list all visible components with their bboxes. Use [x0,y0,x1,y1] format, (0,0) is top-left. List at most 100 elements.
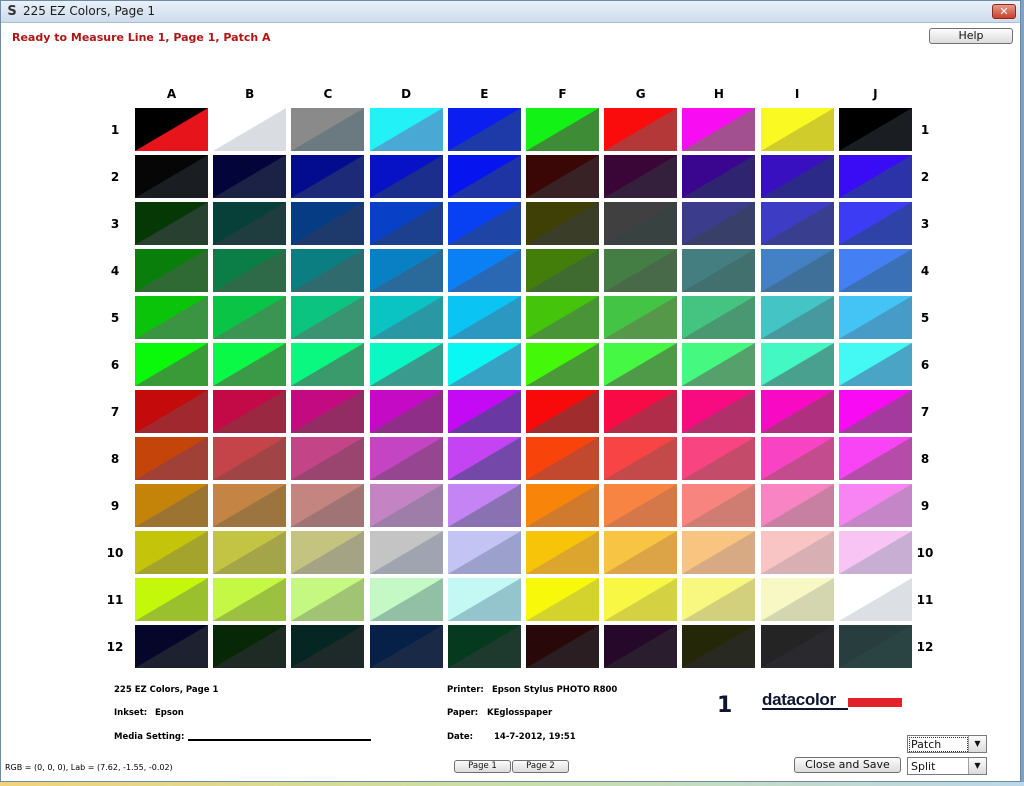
color-patch[interactable] [526,390,599,433]
color-patch[interactable] [135,202,208,245]
color-patch[interactable] [213,578,287,621]
color-patch[interactable] [291,390,365,433]
color-patch[interactable] [526,343,599,386]
color-patch[interactable] [369,625,443,668]
color-patch[interactable] [369,249,443,292]
color-patch[interactable] [213,296,287,339]
color-patch[interactable] [760,343,834,386]
color-patch[interactable] [526,531,599,574]
color-patch[interactable] [526,625,599,668]
color-patch[interactable] [838,343,912,386]
color-patch[interactable] [369,296,443,339]
close-window-button[interactable]: ✕ [992,4,1016,19]
color-patch[interactable] [447,249,521,292]
color-patch[interactable] [447,202,521,245]
color-patch[interactable] [213,155,287,198]
view-mode-dropdown[interactable]: Split ▼ [907,757,987,775]
color-patch[interactable] [604,625,678,668]
color-patch[interactable] [291,249,365,292]
color-patch[interactable] [760,578,834,621]
color-patch[interactable] [291,578,365,621]
color-patch[interactable] [682,249,756,292]
color-patch[interactable] [291,343,365,386]
color-patch[interactable] [604,155,678,198]
color-patch[interactable] [291,108,365,151]
color-patch[interactable] [447,296,521,339]
color-patch[interactable] [682,202,756,245]
color-patch[interactable] [447,531,521,574]
color-patch[interactable] [760,531,834,574]
color-patch[interactable] [447,625,521,668]
color-patch[interactable] [760,202,834,245]
page-2-button[interactable]: Page 2 [512,760,569,773]
color-patch[interactable] [291,531,365,574]
chevron-down-icon[interactable]: ▼ [968,736,986,752]
color-patch[interactable] [604,390,678,433]
color-patch[interactable] [291,437,365,480]
color-patch[interactable] [369,390,443,433]
color-patch[interactable] [447,108,521,151]
color-patch[interactable] [135,249,208,292]
color-patch[interactable] [369,578,443,621]
color-patch[interactable] [838,108,912,151]
color-patch[interactable] [213,437,287,480]
color-patch[interactable] [604,249,678,292]
color-patch[interactable] [838,155,912,198]
color-patch[interactable] [604,108,678,151]
color-patch[interactable] [760,484,834,527]
color-patch[interactable] [838,578,912,621]
color-patch[interactable] [369,484,443,527]
color-patch[interactable] [135,390,208,433]
color-patch[interactable] [604,437,678,480]
color-patch[interactable] [135,296,208,339]
color-patch[interactable] [135,343,208,386]
color-patch[interactable] [291,155,365,198]
color-patch[interactable] [604,343,678,386]
color-patch[interactable] [135,437,208,480]
color-patch[interactable] [213,202,287,245]
color-patch[interactable] [682,390,756,433]
color-patch[interactable] [760,296,834,339]
color-patch[interactable] [526,578,599,621]
color-patch[interactable] [447,437,521,480]
color-patch[interactable] [604,296,678,339]
page-1-button[interactable]: Page 1 [454,760,511,773]
color-patch[interactable] [135,578,208,621]
color-patch[interactable] [838,437,912,480]
color-patch[interactable] [838,202,912,245]
color-patch[interactable] [760,390,834,433]
color-patch[interactable] [213,249,287,292]
color-patch[interactable] [604,484,678,527]
help-button[interactable]: Help [929,28,1013,44]
color-patch[interactable] [135,625,208,668]
color-patch[interactable] [682,578,756,621]
color-patch[interactable] [526,155,599,198]
color-patch[interactable] [369,108,443,151]
color-patch[interactable] [447,390,521,433]
color-patch[interactable] [447,343,521,386]
patch-mode-dropdown[interactable]: Patch ▼ [907,735,987,753]
color-patch[interactable] [291,484,365,527]
color-patch[interactable] [291,625,365,668]
color-patch[interactable] [526,249,599,292]
color-patch[interactable] [760,108,834,151]
color-patch[interactable] [526,108,599,151]
color-patch[interactable] [447,155,521,198]
color-patch[interactable] [604,578,678,621]
color-patch[interactable] [526,202,599,245]
color-patch[interactable] [213,531,287,574]
color-patch[interactable] [604,202,678,245]
color-patch[interactable] [135,531,208,574]
color-patch[interactable] [135,108,208,151]
chevron-down-icon[interactable]: ▼ [968,758,986,774]
color-patch[interactable] [369,437,443,480]
color-patch[interactable] [447,578,521,621]
color-patch[interactable] [838,296,912,339]
color-patch[interactable] [760,155,834,198]
color-patch[interactable] [838,249,912,292]
color-patch[interactable] [682,625,756,668]
color-patch[interactable] [838,390,912,433]
color-patch[interactable] [682,531,756,574]
color-patch[interactable] [682,343,756,386]
color-patch[interactable] [291,202,365,245]
